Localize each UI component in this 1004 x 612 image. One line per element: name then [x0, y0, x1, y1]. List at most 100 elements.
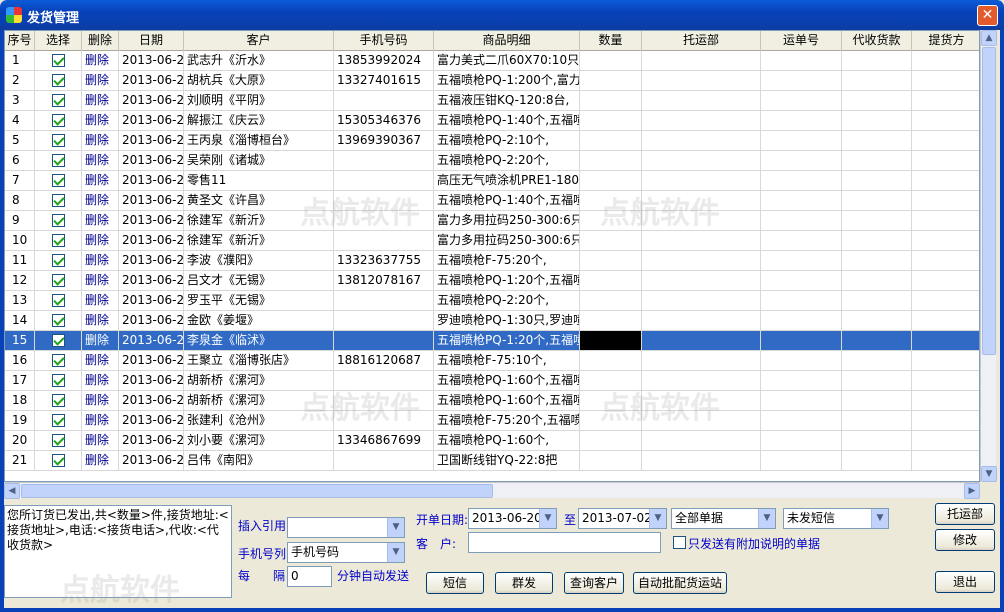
delete-link[interactable]: 删除	[82, 451, 119, 470]
column-header[interactable]: 代收货款	[842, 31, 912, 51]
delete-link[interactable]: 删除	[82, 391, 119, 410]
scroll-up-icon[interactable]: ▲	[981, 30, 997, 46]
select-checkbox[interactable]	[51, 214, 65, 227]
delete-link[interactable]: 删除	[82, 311, 119, 330]
chevron-down-icon[interactable]: ▼	[871, 509, 888, 528]
select-checkbox[interactable]	[51, 414, 65, 427]
query-customer-button[interactable]: 查询客户	[564, 572, 624, 594]
chevron-down-icon[interactable]: ▼	[649, 509, 666, 528]
bulk-send-button[interactable]: 群发	[495, 572, 553, 594]
delete-link[interactable]: 删除	[82, 331, 119, 350]
delete-link[interactable]: 删除	[82, 71, 119, 90]
delete-link[interactable]: 删除	[82, 371, 119, 390]
select-checkbox[interactable]	[51, 434, 65, 447]
table-row[interactable]: 12 删除2013-06-20吕文才《无锡》13812078167五福喷枪PQ-1…	[5, 271, 979, 291]
chevron-down-icon[interactable]: ▼	[387, 518, 404, 537]
select-checkbox[interactable]	[51, 314, 65, 327]
select-checkbox[interactable]	[51, 334, 65, 347]
column-header[interactable]: 提货方	[912, 31, 979, 51]
select-checkbox[interactable]	[51, 154, 65, 167]
table-row[interactable]: 21 删除2013-06-21吕伟《南阳》 卫国断线钳YQ-22:8把	[5, 451, 979, 471]
delete-link[interactable]: 删除	[82, 351, 119, 370]
chevron-down-icon[interactable]: ▼	[758, 509, 775, 528]
interval-input[interactable]: 0	[287, 566, 332, 587]
sms-filter-select[interactable]: 未发短信 ▼	[783, 508, 889, 529]
delete-link[interactable]: 删除	[82, 151, 119, 170]
delete-link[interactable]: 删除	[82, 131, 119, 150]
column-header[interactable]: 客户	[184, 31, 334, 51]
delete-link[interactable]: 删除	[82, 171, 119, 190]
select-checkbox[interactable]	[51, 254, 65, 267]
table-row[interactable]: 16 删除2013-06-20王聚立《淄博张店》18816120687五福喷枪F-…	[5, 351, 979, 371]
table-row[interactable]: 14 删除2013-06-20金欧《姜堰》 罗迪喷枪PQ-1:30只,罗迪喷	[5, 311, 979, 331]
column-header[interactable]: 数量	[580, 31, 642, 51]
select-checkbox[interactable]	[51, 174, 65, 187]
carrier-button[interactable]: 托运部	[935, 503, 995, 525]
table-row[interactable]: 15 删除2013-06-20李泉金《临沭》 五福喷枪PQ-1:20个,五福喷	[5, 331, 979, 351]
select-checkbox[interactable]	[51, 274, 65, 287]
column-header[interactable]: 托运部	[642, 31, 761, 51]
doc-filter-select[interactable]: 全部单据 ▼	[671, 508, 776, 529]
select-checkbox[interactable]	[51, 454, 65, 467]
table-row[interactable]: 8 删除2013-06-20黄圣文《许昌》 五福喷枪PQ-1:40个,五福喷	[5, 191, 979, 211]
table-row[interactable]: 6 删除2013-06-20吴荣刚《诸城》 五福喷枪PQ-2:20个,	[5, 151, 979, 171]
table-row[interactable]: 18 删除2013-06-20胡新桥《漯河》 五福喷枪PQ-1:60个,五福喷	[5, 391, 979, 411]
horizontal-scrollbar[interactable]: ◀ ▶	[4, 482, 980, 499]
close-button[interactable]: ✕	[977, 5, 998, 26]
select-checkbox[interactable]	[51, 294, 65, 307]
delete-link[interactable]: 删除	[82, 111, 119, 130]
column-header[interactable]: 序号	[5, 31, 35, 51]
column-header[interactable]: 运单号	[761, 31, 842, 51]
table-row[interactable]: 2 删除2013-06-20胡杭兵《大原》13327401615五福喷枪PQ-1:…	[5, 71, 979, 91]
select-checkbox[interactable]	[51, 94, 65, 107]
select-checkbox[interactable]	[51, 234, 65, 247]
select-checkbox[interactable]	[51, 354, 65, 367]
delete-link[interactable]: 删除	[82, 431, 119, 450]
vertical-scroll-thumb[interactable]	[982, 47, 996, 355]
shipment-grid[interactable]: 序号 选择 删除 日期 客户 手机号码 商品明细 数量 托运部 运单号 代收货款 提货方 1 删除 201…	[4, 30, 980, 482]
delete-link[interactable]: 删除	[82, 251, 119, 270]
vertical-scrollbar[interactable]: ▲ ▼	[980, 30, 997, 482]
scroll-down-icon[interactable]: ▼	[981, 466, 997, 482]
select-checkbox[interactable]	[51, 74, 65, 87]
chevron-down-icon[interactable]: ▼	[539, 509, 556, 528]
table-row[interactable]: 20 删除2013-06-20刘小要《漯河》13346867699五福喷枪PQ-1…	[5, 431, 979, 451]
customer-input[interactable]	[468, 532, 661, 553]
table-row[interactable]: 5 删除2013-06-20王丙泉《淄博桓台》13969390367五福喷枪PQ-…	[5, 131, 979, 151]
select-checkbox[interactable]	[51, 374, 65, 387]
table-row[interactable]: 1 删除2013-06-22武志升《沂水》13853992024富力美式二爪60X…	[5, 51, 979, 71]
table-row[interactable]: 19 删除2013-06-20张建利《沧州》 五福喷枪F-75:20个,五福喷	[5, 411, 979, 431]
column-header[interactable]: 删除	[82, 31, 119, 51]
select-checkbox[interactable]	[51, 54, 65, 67]
only-attached-checkbox[interactable]	[673, 536, 686, 549]
sms-template-textarea[interactable]: 您所订货已发出,共<数量>件,接货地址:<接货地址>,电话:<接货电话>,代收:…	[4, 505, 232, 598]
select-checkbox[interactable]	[51, 194, 65, 207]
table-row[interactable]: 10 删除2013-06-20徐建军《新沂》 富力多用拉码250-300:6只,	[5, 231, 979, 251]
delete-link[interactable]: 删除	[82, 191, 119, 210]
end-date-picker[interactable]: 2013-07-02 ▼	[578, 508, 667, 529]
insert-ref-select[interactable]: ▼	[287, 517, 405, 538]
table-row[interactable]: 4 删除2013-06-20解振江《庆云》15305346376五福喷枪PQ-1:…	[5, 111, 979, 131]
phone-col-select[interactable]: 手机号码 ▼	[287, 542, 405, 563]
table-row[interactable]: 9 删除2013-06-20徐建军《新沂》 富力多用拉码250-300:6只,	[5, 211, 979, 231]
horizontal-scroll-thumb[interactable]	[21, 484, 493, 498]
column-header[interactable]: 日期	[119, 31, 184, 51]
table-row[interactable]: 3 删除2013-06-20刘顺明《平阴》 五福液压钳KQ-120:8台,	[5, 91, 979, 111]
select-checkbox[interactable]	[51, 134, 65, 147]
delete-link[interactable]: 删除	[82, 231, 119, 250]
delete-link[interactable]: 删除	[82, 51, 119, 70]
column-header[interactable]: 选择	[35, 31, 82, 51]
table-row[interactable]: 17 删除2013-06-20胡新桥《漯河》 五福喷枪PQ-1:60个,五福喷	[5, 371, 979, 391]
auto-match-button[interactable]: 自动批配货运站	[633, 572, 727, 594]
delete-link[interactable]: 删除	[82, 271, 119, 290]
column-header[interactable]: 手机号码	[334, 31, 434, 51]
table-row[interactable]: 7 删除2013-06-20零售11 高压无气喷涂机PRE1-180C:	[5, 171, 979, 191]
modify-button[interactable]: 修改	[935, 529, 995, 551]
table-row[interactable]: 11 删除2013-06-20李波《濮阳》13323637755五福喷枪F-75:…	[5, 251, 979, 271]
select-checkbox[interactable]	[51, 114, 65, 127]
delete-link[interactable]: 删除	[82, 291, 119, 310]
scroll-right-icon[interactable]: ▶	[964, 483, 980, 499]
start-date-picker[interactable]: 2013-06-20 ▼	[468, 508, 557, 529]
chevron-down-icon[interactable]: ▼	[387, 543, 404, 562]
select-checkbox[interactable]	[51, 394, 65, 407]
